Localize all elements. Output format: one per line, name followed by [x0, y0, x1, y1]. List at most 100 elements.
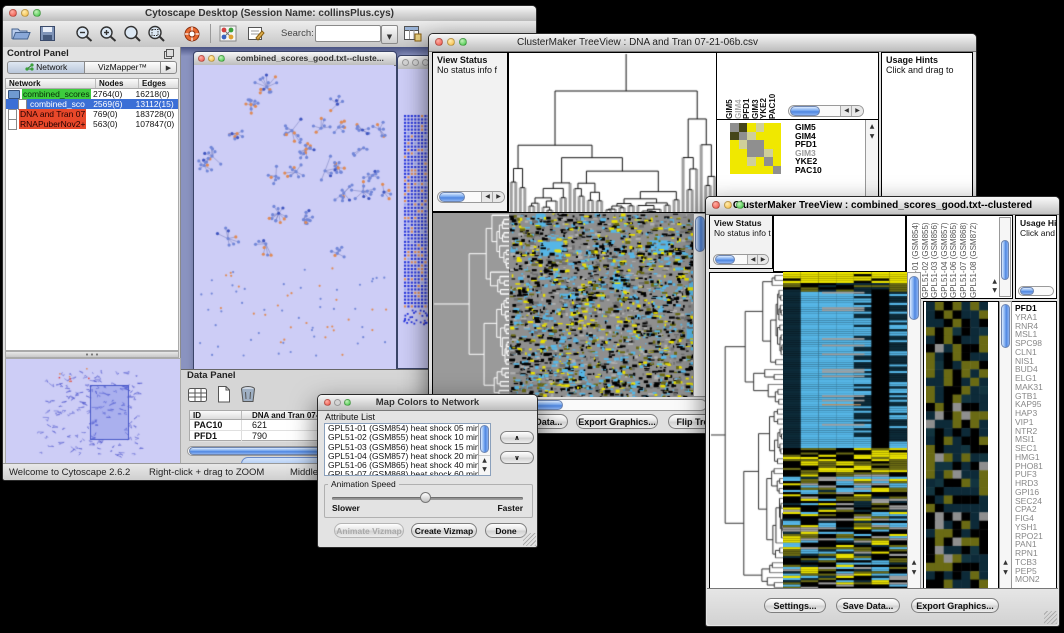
tv1-heatmap-hscrollbar[interactable]: [509, 399, 707, 411]
matrix-cell[interactable]: [730, 132, 739, 141]
search-input[interactable]: [315, 25, 381, 42]
scrollbar-thumb[interactable]: [439, 192, 465, 202]
matrix-cell[interactable]: [739, 149, 748, 158]
scrollbar-thumb[interactable]: [909, 276, 919, 320]
annotation-icon[interactable]: [247, 25, 265, 42]
done-button[interactable]: Done: [485, 523, 527, 538]
matrix-cell[interactable]: [773, 149, 782, 158]
matrix-cell[interactable]: [773, 140, 782, 149]
arrow-right-icon[interactable]: ▶: [493, 192, 504, 202]
arrow-up-icon[interactable]: ▲: [908, 558, 920, 568]
tv2-settings-button[interactable]: Settings...: [764, 598, 826, 613]
tab-vizmapper[interactable]: VizMapper™: [85, 61, 161, 74]
link-table-icon[interactable]: [403, 25, 422, 42]
zoom-fit-selected-icon[interactable]: [147, 25, 166, 43]
matrix-cell[interactable]: [756, 140, 765, 149]
tv2-zoom-heatmap-canvas[interactable]: [926, 302, 988, 588]
zoom-out-icon[interactable]: [75, 25, 94, 43]
tv2-gene-item[interactable]: MON2: [1015, 575, 1056, 584]
column-header-edges[interactable]: Edges: [139, 79, 178, 88]
scrollbar-thumb[interactable]: [480, 425, 489, 453]
matrix-cell[interactable]: [739, 166, 748, 175]
matrix-cell[interactable]: [747, 166, 756, 175]
treeview1-titlebar[interactable]: ClusterMaker TreeView : DNA and Tran 07-…: [429, 34, 976, 52]
arrow-down-icon[interactable]: ▼: [866, 132, 878, 142]
matrix-cell[interactable]: [739, 140, 748, 149]
minimize-button[interactable]: [412, 59, 419, 66]
resize-grip[interactable]: [523, 533, 536, 546]
matrix-cell[interactable]: [773, 123, 782, 132]
tv2-global-heatmap-canvas[interactable]: [783, 272, 907, 589]
matrix-cell[interactable]: [756, 149, 765, 158]
tv2-usage-scrollbar[interactable]: [1018, 286, 1054, 296]
resize-grip[interactable]: [1044, 611, 1057, 624]
zoom-button[interactable]: [459, 38, 467, 46]
matrix-cell[interactable]: [730, 140, 739, 149]
scrollbar-thumb[interactable]: [1020, 287, 1034, 295]
matrix-cell[interactable]: [747, 149, 756, 158]
matrix-cell[interactable]: [739, 132, 748, 141]
attribute-list-item[interactable]: GPL51-07 (GSM868) heat shock 60 min: [325, 470, 478, 476]
arrow-down-icon[interactable]: ▼: [908, 568, 920, 578]
tv1-export-graphics-button[interactable]: Export Graphics...: [576, 414, 658, 429]
attribute-table-icon[interactable]: [187, 386, 209, 404]
network-row[interactable]: RNAPuberNov2+563(0)107847(0): [6, 119, 178, 129]
float-panel-icon[interactable]: [164, 49, 174, 59]
network-table-header[interactable]: Network Nodes Edges: [5, 78, 179, 89]
scrollbar-thumb[interactable]: [695, 216, 705, 252]
arrow-down-icon[interactable]: ▼: [1000, 568, 1011, 578]
matrix-cell[interactable]: [730, 123, 739, 132]
panel-splitter[interactable]: [5, 351, 179, 358]
save-icon[interactable]: [39, 25, 57, 42]
zoom-actual-icon[interactable]: [123, 25, 142, 43]
tv1-correlation-matrix[interactable]: [730, 123, 781, 174]
matrix-cell[interactable]: [730, 157, 739, 166]
minimize-button[interactable]: [334, 399, 341, 406]
tv2-column-dendrogram-area[interactable]: [773, 215, 906, 272]
delete-attribute-icon[interactable]: [239, 385, 257, 404]
slider-thumb[interactable]: [420, 492, 431, 503]
matrix-cell[interactable]: [764, 157, 773, 166]
zoom-button[interactable]: [218, 55, 225, 62]
help-ring-icon[interactable]: [183, 25, 201, 43]
matrix-cell[interactable]: [730, 149, 739, 158]
tv2-save-data-button[interactable]: Save Data...: [836, 598, 900, 613]
vizmapper-icon[interactable]: [219, 25, 237, 42]
matrix-cell[interactable]: [739, 157, 748, 166]
close-button[interactable]: [402, 59, 409, 66]
zoom-button[interactable]: [736, 201, 744, 209]
treeview2-titlebar[interactable]: ClusterMaker TreeView : combined_scores_…: [706, 197, 1059, 215]
close-button[interactable]: [435, 38, 443, 46]
tv2-gene-list-scrollbar[interactable]: ▲ ▼: [999, 301, 1012, 589]
scrollbar-thumb[interactable]: [790, 106, 820, 116]
close-button[interactable]: [712, 201, 720, 209]
tv1-column-dendrogram-canvas[interactable]: [508, 52, 718, 214]
tv1-zoom-hscrollbar[interactable]: ◀ ▶: [788, 105, 864, 117]
animate-vizmap-button[interactable]: Animate Vizmap: [334, 523, 404, 538]
tv2-view-status-scrollbar[interactable]: ◀ ▶: [713, 254, 769, 265]
column-header-network[interactable]: Network: [6, 79, 96, 88]
zoom-button[interactable]: [344, 399, 351, 406]
matrix-cell[interactable]: [764, 149, 773, 158]
network-view-canvas[interactable]: [194, 65, 394, 369]
tab-network[interactable]: Network: [7, 61, 85, 74]
arrow-right-icon[interactable]: ▶: [758, 255, 768, 264]
matrix-cell[interactable]: [747, 132, 756, 141]
matrix-cell[interactable]: [739, 123, 748, 132]
move-down-button[interactable]: ∨: [500, 451, 534, 464]
matrix-cell[interactable]: [764, 140, 773, 149]
arrow-down-icon[interactable]: ▼: [992, 286, 997, 296]
matrix-cell[interactable]: [756, 123, 765, 132]
matrix-cell[interactable]: [764, 123, 773, 132]
close-button[interactable]: [324, 399, 331, 406]
matrix-cell[interactable]: [747, 157, 756, 166]
minimize-button[interactable]: [724, 201, 732, 209]
matrix-cell[interactable]: [756, 157, 765, 166]
tv2-row-dendrogram-canvas[interactable]: [709, 272, 784, 591]
arrow-right-icon[interactable]: ▶: [852, 106, 863, 116]
network-row[interactable]: DNA and Tran 07769(0)183728(0): [6, 109, 178, 119]
network-view-titlebar[interactable]: combined_scores_good.txt--cluste...: [194, 52, 396, 66]
column-header-nodes[interactable]: Nodes: [96, 79, 139, 88]
tv2-labels-vscrollbar[interactable]: [999, 217, 1011, 297]
minimize-button[interactable]: [21, 9, 29, 17]
